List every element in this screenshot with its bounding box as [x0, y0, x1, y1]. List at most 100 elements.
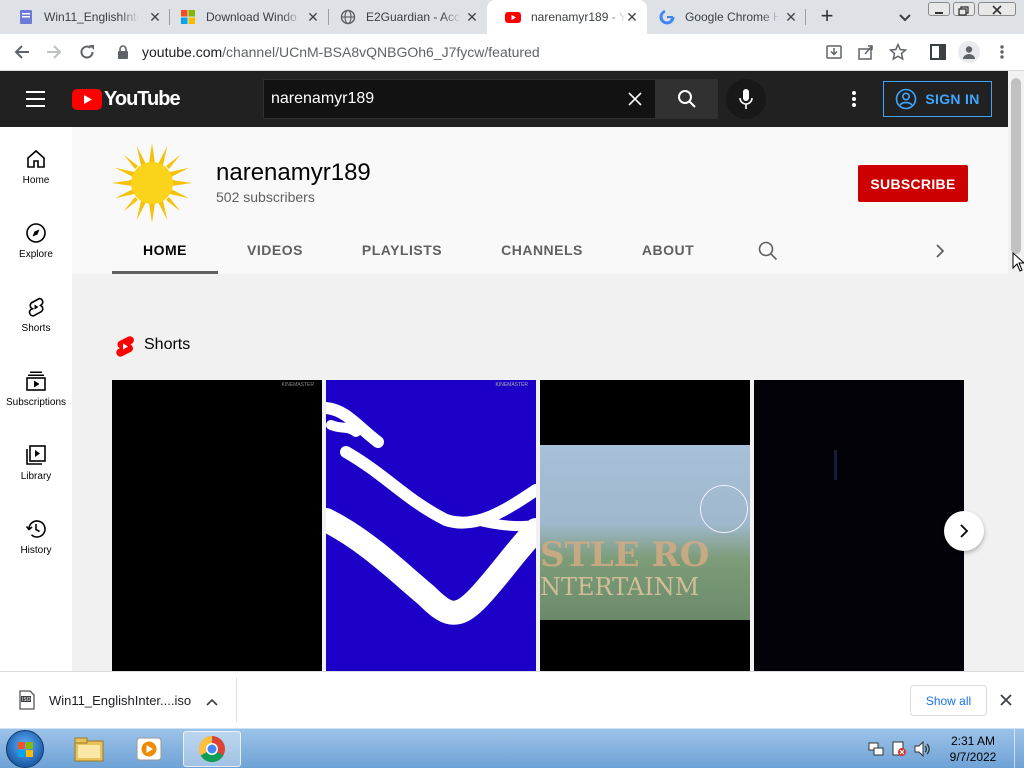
media-player-icon — [136, 737, 162, 761]
profile-icon[interactable] — [958, 41, 980, 63]
hamburger-menu-icon[interactable] — [26, 90, 46, 113]
install-app-icon[interactable] — [824, 42, 844, 62]
dark-figure — [834, 450, 837, 480]
taskbar-explorer[interactable] — [60, 731, 118, 767]
search-icon — [677, 90, 696, 108]
tab-title: E2Guardian - Acc — [366, 10, 461, 24]
guide-item-library[interactable]: Library — [0, 423, 72, 497]
browser-toolbar: youtube.com/channel/UCnM-BSA8vQNBGOh6_J7… — [0, 34, 1024, 71]
globe-icon — [340, 9, 356, 25]
account-circle-icon — [896, 88, 917, 110]
volume-icon[interactable] — [914, 740, 932, 762]
tab-about[interactable]: ABOUT — [628, 235, 708, 274]
browser-tab[interactable]: Google Chrome H ✕ — [641, 0, 806, 34]
forward-icon[interactable] — [44, 42, 64, 62]
browser-tab[interactable]: Win11_EnglishInte ✕ — [0, 0, 170, 34]
minimize-button[interactable] — [928, 2, 950, 16]
clock-time: 2:31 AM — [950, 734, 996, 748]
close-tab-icon[interactable]: ✕ — [625, 10, 639, 24]
show-all-downloads-button[interactable]: Show all — [910, 685, 987, 716]
clear-search-icon[interactable] — [627, 91, 643, 112]
reload-icon[interactable] — [77, 42, 97, 62]
tab-search-icon[interactable] — [896, 8, 914, 26]
taskbar-chrome[interactable] — [183, 731, 241, 767]
side-panel-icon[interactable] — [928, 42, 948, 62]
shelf-next-button[interactable] — [944, 511, 984, 551]
address-bar[interactable]: youtube.com/channel/UCnM-BSA8vQNBGOh6_J7… — [142, 44, 540, 60]
browser-tab-active[interactable]: narenamyr189 - Y ✕ — [487, 0, 647, 34]
close-tab-icon[interactable]: ✕ — [465, 10, 479, 24]
browser-tab[interactable]: E2Guardian - Acc ✕ — [322, 0, 487, 34]
tab-home[interactable]: HOME — [112, 235, 218, 274]
white-brush-strokes — [326, 402, 536, 625]
chrome-icon — [198, 735, 225, 763]
subscribe-button[interactable]: SUBSCRIBE — [858, 165, 968, 202]
sign-in-button[interactable]: SIGN IN — [883, 81, 992, 117]
subscriber-count: 502 subscribers — [216, 189, 315, 205]
short-thumbnail[interactable]: KINEMASTER — [112, 380, 322, 671]
tab-playlists[interactable]: PLAYLISTS — [350, 235, 454, 274]
search-query: narenamyr189 — [271, 90, 375, 107]
windows-taskbar: 2:31 AM 9/7/2022 — [0, 728, 1024, 769]
download-options-icon[interactable] — [206, 694, 218, 712]
history-icon — [24, 517, 48, 541]
channel-name: narenamyr189 — [216, 159, 371, 186]
close-window-button[interactable] — [978, 2, 1016, 16]
scrollbar-thumb[interactable] — [1011, 78, 1021, 254]
guide-sidebar: Home Explore Shorts Subscriptions Librar… — [0, 127, 72, 671]
tab-title: Google Chrome H — [685, 10, 780, 24]
close-tab-icon[interactable]: ✕ — [306, 10, 320, 24]
google-g-icon — [659, 9, 675, 25]
action-center-icon[interactable] — [891, 741, 907, 762]
system-clock[interactable]: 2:31 AM 9/7/2022 — [938, 733, 1008, 765]
overlay-text: STLE RO — [540, 535, 710, 575]
new-tab-button[interactable]: + — [816, 5, 838, 28]
game-screenshot: STLE RO NTERTAINM — [540, 445, 750, 620]
youtube-icon — [505, 9, 521, 25]
tab-channels[interactable]: CHANNELS — [488, 235, 596, 274]
tab-videos[interactable]: VIDEOS — [232, 235, 318, 274]
taskbar-media-player[interactable] — [120, 731, 178, 767]
tab-title: Win11_EnglishInte — [44, 10, 139, 24]
short-thumbnail[interactable]: KINEMASTER — [326, 380, 536, 671]
short-thumbnail[interactable] — [754, 380, 964, 671]
chrome-menu-icon[interactable] — [992, 42, 1012, 62]
guide-item-home[interactable]: Home — [0, 127, 72, 201]
sun-avatar-icon — [112, 143, 192, 223]
bookmark-star-icon[interactable] — [888, 42, 908, 62]
folder-icon — [74, 737, 104, 762]
voice-search-button[interactable] — [726, 79, 766, 119]
download-filename[interactable]: Win11_EnglishInter....iso — [49, 693, 191, 708]
youtube-play-icon — [72, 89, 102, 110]
search-button[interactable] — [655, 79, 718, 119]
tabs-scroll-right-icon[interactable] — [934, 243, 946, 264]
browser-tab[interactable]: Download Windo ✕ — [162, 0, 328, 34]
iso-file-icon — [18, 9, 34, 25]
tab-separator — [805, 9, 806, 25]
youtube-logo[interactable]: YouTube — [72, 88, 181, 111]
back-icon[interactable] — [12, 42, 32, 62]
guide-item-subscriptions[interactable]: Subscriptions — [0, 349, 72, 423]
lock-icon[interactable] — [116, 42, 130, 62]
channel-content: Shorts KINEMASTER KINEMASTER STLE RO NTE… — [72, 274, 1008, 671]
close-tab-icon[interactable]: ✕ — [784, 10, 798, 24]
youtube-logo-text: YouTube — [104, 88, 181, 110]
close-download-bar-icon[interactable] — [999, 693, 1013, 712]
guide-label: Home — [22, 175, 50, 186]
search-input[interactable]: narenamyr189 — [263, 79, 655, 119]
channel-search-icon[interactable] — [758, 241, 778, 266]
guide-item-explore[interactable]: Explore — [0, 201, 72, 275]
start-button[interactable] — [6, 730, 44, 768]
share-icon[interactable] — [856, 42, 876, 62]
channel-avatar[interactable] — [112, 143, 192, 223]
guide-item-shorts[interactable]: Shorts — [0, 275, 72, 349]
chevron-right-icon — [960, 524, 969, 538]
show-desktop-button[interactable] — [1014, 729, 1024, 769]
guide-item-history[interactable]: History — [0, 497, 72, 571]
guide-label: Subscriptions — [5, 397, 67, 408]
network-icon[interactable] — [868, 741, 884, 762]
restore-button[interactable] — [953, 2, 975, 16]
settings-more-icon[interactable] — [852, 91, 856, 112]
close-tab-icon[interactable]: ✕ — [148, 10, 162, 24]
short-thumbnail[interactable]: STLE RO NTERTAINM — [540, 380, 750, 671]
